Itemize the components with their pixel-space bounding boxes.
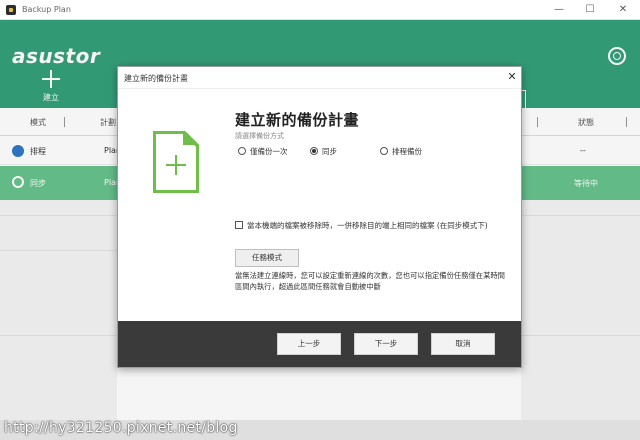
window-titlebar: Backup Plan — ☐ ✕ bbox=[0, 0, 640, 20]
radio-sync[interactable]: 同步 bbox=[310, 146, 350, 158]
radio-label: 排程備份 bbox=[392, 147, 422, 156]
maximize-button[interactable]: ☐ bbox=[577, 2, 603, 18]
next-button[interactable]: 下一步 bbox=[354, 333, 418, 355]
task-mode-button[interactable]: 任務模式 bbox=[235, 249, 299, 267]
radio-label: 僅備份一次 bbox=[250, 147, 288, 156]
close-window-button[interactable]: ✕ bbox=[610, 2, 636, 18]
close-icon[interactable]: ✕ bbox=[506, 70, 518, 84]
remove-files-checkbox[interactable] bbox=[235, 221, 243, 229]
radio-circle[interactable] bbox=[238, 147, 246, 155]
create-backup-dialog: 建立新的備份計畫 ✕ 建立新的備份計畫 請選擇備份方式 僅備份一次 同步 排程備… bbox=[117, 66, 522, 368]
new-document-icon bbox=[153, 131, 199, 193]
radio-circle[interactable] bbox=[380, 147, 388, 155]
radio-backup-once[interactable]: 僅備份一次 bbox=[238, 146, 298, 158]
dialog-heading: 建立新的備份計畫 bbox=[235, 111, 360, 129]
dialog-subtitle: 請選擇備份方式 bbox=[235, 132, 284, 140]
dialog-title: 建立新的備份計畫 bbox=[124, 74, 188, 83]
task-mode-note: 當無法建立連線時，您可以設定重新連線的次數，您也可以指定備份任務僅在某時間區間內… bbox=[235, 271, 505, 291]
minimize-button[interactable]: — bbox=[546, 2, 572, 18]
checkbox-label[interactable]: 當本機端的檔案被移除時，一併移除目的端上相同的檔案 (在同步模式下) bbox=[247, 220, 488, 231]
prev-button[interactable]: 上一步 bbox=[277, 333, 341, 355]
radio-label: 同步 bbox=[322, 147, 337, 156]
app-icon bbox=[6, 5, 16, 15]
radio-scheduled[interactable]: 排程備份 bbox=[380, 146, 436, 158]
dialog-footer: 上一步 下一步 取消 bbox=[118, 321, 521, 367]
window-title: Backup Plan bbox=[22, 5, 71, 14]
watermark: http://hy321250.pixnet.net/blog bbox=[4, 420, 238, 436]
radio-selected-dot bbox=[312, 149, 316, 153]
dialog-titlebar: 建立新的備份計畫 ✕ bbox=[118, 67, 521, 89]
cancel-button[interactable]: 取消 bbox=[431, 333, 495, 355]
